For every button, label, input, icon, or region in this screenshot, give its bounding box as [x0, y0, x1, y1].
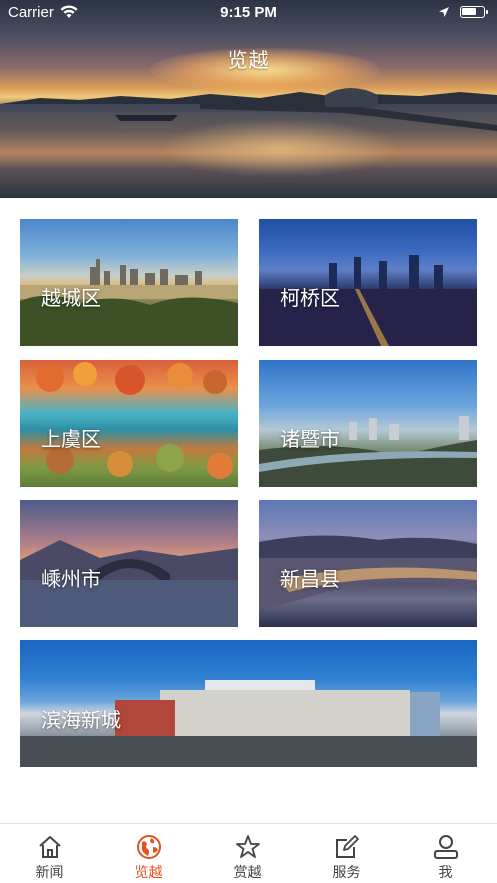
district-label: 柯桥区: [280, 288, 340, 310]
star-icon: [236, 835, 260, 858]
district-card-binhai[interactable]: 滨海新城: [20, 640, 477, 767]
user-icon: [434, 835, 458, 859]
district-label: 嵊州市: [41, 569, 101, 591]
tab-bar: 新闻 览越 赏越 服务 我: [0, 823, 497, 883]
tab-label: 览越: [134, 864, 163, 880]
district-card-keqiao[interactable]: 柯桥区: [259, 219, 477, 346]
district-label: 越城区: [41, 288, 101, 310]
district-card-xinchang[interactable]: 新昌县: [259, 500, 477, 627]
district-card-shengzhou[interactable]: 嵊州市: [20, 500, 238, 627]
header-hero-image: 览越: [0, 0, 497, 198]
tab-me[interactable]: 我: [396, 824, 495, 883]
tab-lanyue[interactable]: 览越: [99, 824, 198, 883]
tab-label: 新闻: [35, 864, 64, 880]
district-label: 上虞区: [41, 429, 101, 451]
bridge-silhouette: [115, 88, 497, 131]
globe-icon: [137, 835, 161, 859]
status-bar: Carrier 9:15 PM: [0, 0, 497, 26]
location-arrow-icon: [439, 7, 449, 17]
tab-label: 赏越: [233, 864, 262, 880]
district-label: 诸暨市: [280, 429, 340, 451]
district-label: 新昌县: [280, 569, 340, 591]
battery-icon: [460, 6, 488, 18]
tab-service[interactable]: 服务: [297, 824, 396, 883]
status-time: 9:15 PM: [220, 4, 277, 21]
tab-news[interactable]: 新闻: [0, 824, 99, 883]
district-label: 滨海新城: [41, 710, 121, 732]
tab-label: 我: [438, 864, 453, 880]
district-card-shangyu[interactable]: 上虞区: [20, 360, 238, 487]
home-icon: [39, 836, 61, 858]
tab-shangyue[interactable]: 赏越: [198, 824, 297, 883]
tab-label: 服务: [332, 864, 361, 880]
edit-icon: [336, 835, 359, 858]
page-title: 览越: [227, 50, 270, 72]
district-card-yuecheng[interactable]: 越城区: [20, 219, 238, 346]
district-card-zhuji[interactable]: 诸暨市: [259, 360, 477, 487]
